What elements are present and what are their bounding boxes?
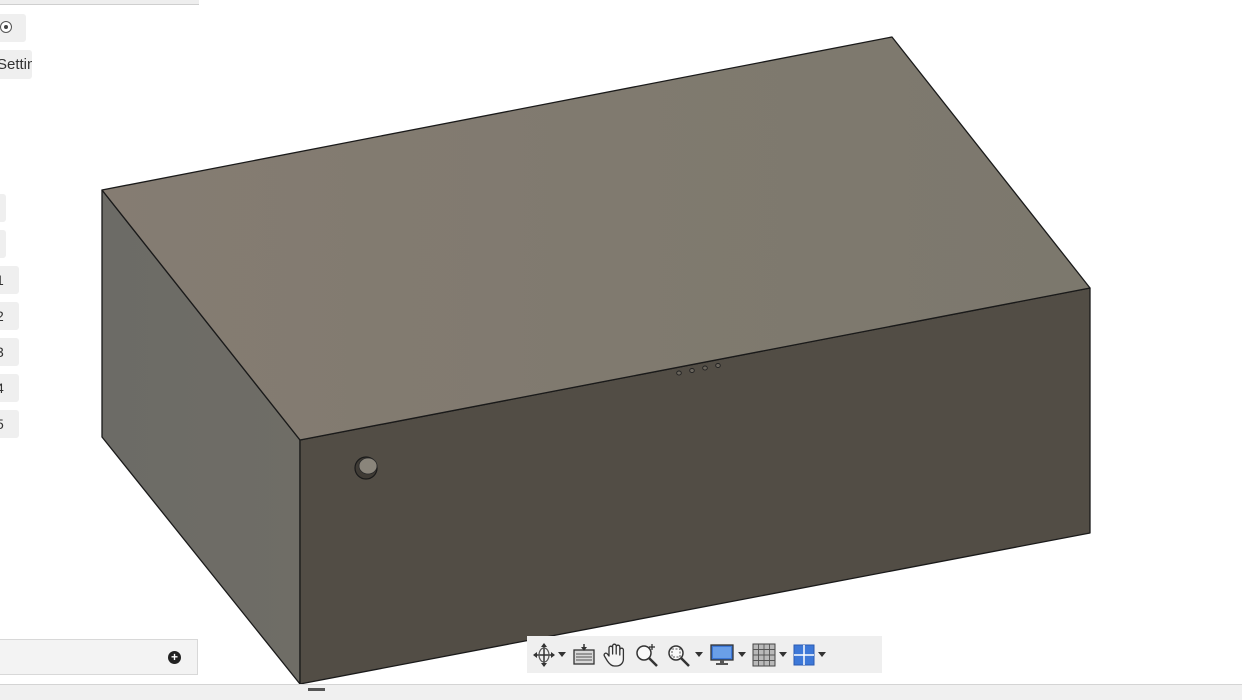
look-at-icon <box>573 643 595 665</box>
port-hole[interactable] <box>354 456 378 480</box>
zoom-icon <box>636 643 658 667</box>
browser-item-4[interactable]: 4 <box>0 374 19 402</box>
pan-icon <box>603 643 625 667</box>
viewports-icon <box>793 644 815 665</box>
chevron-down-icon[interactable] <box>695 652 703 657</box>
chevron-down-icon[interactable] <box>558 652 566 657</box>
browser-panel-edge <box>0 0 199 5</box>
zoom-window-button[interactable] <box>666 636 703 673</box>
browser-item-3[interactable]: 3 <box>0 338 19 366</box>
orbit-button[interactable] <box>533 636 566 673</box>
browser-settings-item[interactable]: Settings <box>0 50 32 79</box>
timeline-marker-icon[interactable] <box>308 688 325 691</box>
browser-item-1[interactable]: 1 <box>0 266 19 294</box>
chevron-down-icon[interactable] <box>738 652 746 657</box>
comments-panel[interactable]: + <box>0 639 198 675</box>
browser-item-blank-1[interactable] <box>0 194 6 222</box>
browser-radio-toggle[interactable] <box>0 14 26 42</box>
viewports-button[interactable] <box>793 636 826 673</box>
radio-icon[interactable] <box>0 21 12 33</box>
zoom-button[interactable] <box>634 636 660 673</box>
grid-snaps-button[interactable] <box>752 636 787 673</box>
add-comment-icon[interactable]: + <box>168 651 181 664</box>
browser-item-5[interactable]: 5 <box>0 410 19 438</box>
display-settings-button[interactable] <box>709 636 746 673</box>
timeline-strip <box>0 684 1242 700</box>
display-settings-icon <box>710 643 734 665</box>
grid-snaps-icon <box>752 643 776 666</box>
look-at-button[interactable] <box>572 636 596 673</box>
settings-label: Settings <box>0 56 32 73</box>
zoom-window-icon <box>668 644 690 667</box>
pan-button[interactable] <box>602 636 628 673</box>
orbit-icon <box>533 642 555 667</box>
model-canvas[interactable] <box>0 0 1242 699</box>
chevron-down-icon[interactable] <box>779 652 787 657</box>
3d-viewport[interactable]: Settings 1 2 3 4 5 + <box>0 0 1242 700</box>
browser-item-blank-2[interactable] <box>0 230 6 258</box>
navigation-toolbar <box>527 636 882 673</box>
chevron-down-icon[interactable] <box>818 652 826 657</box>
browser-item-2[interactable]: 2 <box>0 302 19 330</box>
